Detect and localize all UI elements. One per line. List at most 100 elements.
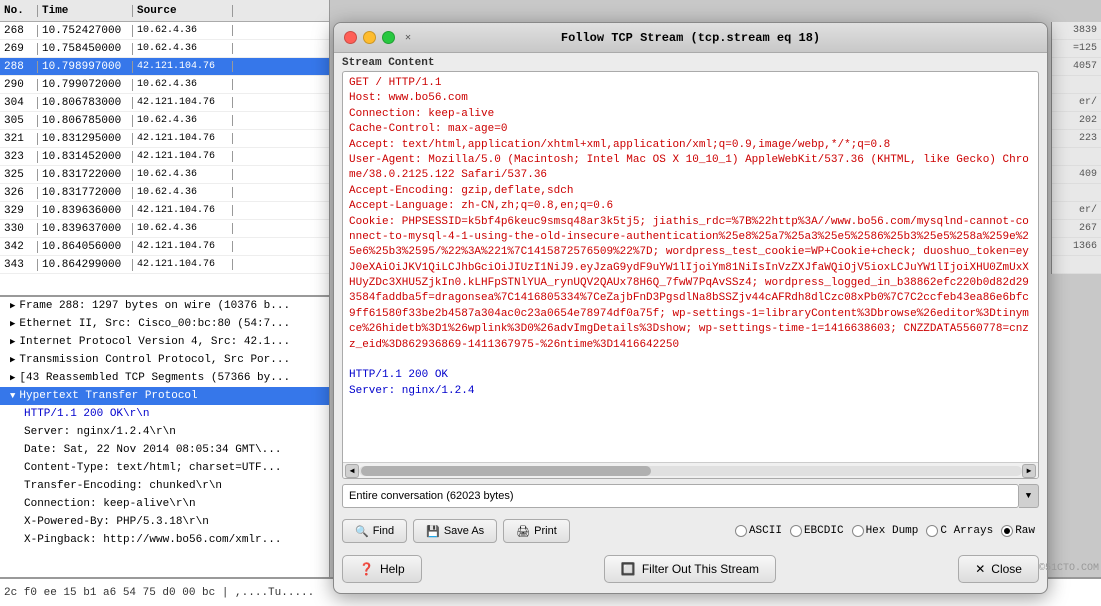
packet-src: 10.62.4.36 [133,25,233,36]
radio-circle [926,525,938,537]
packet-time: 10.806785000 [38,115,133,127]
packet-time: 10.864056000 [38,241,133,253]
radio-option-raw[interactable]: Raw [1001,525,1035,537]
scroll-thumb[interactable] [361,466,651,476]
save-icon: 💾 [426,525,440,538]
radio-circle [735,525,747,537]
radio-circle [790,525,802,537]
radio-option-hex-dump[interactable]: Hex Dump [852,525,919,537]
list-item[interactable]: Ethernet II, Src: Cisco_00:bc:80 (54:7..… [0,315,329,333]
conversation-dropdown-arrow[interactable]: ▼ [1019,484,1039,508]
packet-time: 10.831452000 [38,151,133,163]
packet-time: 10.839636000 [38,205,133,217]
tree-panel: Frame 288: 1297 bytes on wire (10376 b..… [0,295,330,606]
side-number [1052,256,1101,274]
packet-src: 42.121.104.76 [133,205,233,216]
packet-time: 10.831722000 [38,169,133,181]
packet-no: 325 [0,169,38,181]
table-row[interactable]: 326 10.831772000 10.62.4.36 [0,184,329,202]
maximize-traffic-light[interactable] [382,31,395,44]
dialog-title: Follow TCP Stream (tcp.stream eq 18) [561,31,820,45]
list-item[interactable]: Hypertext Transfer Protocol [0,387,329,405]
save-as-button[interactable]: 💾 Save As [413,519,497,543]
list-item[interactable]: Frame 288: 1297 bytes on wire (10376 b..… [0,297,329,315]
packet-no: 288 [0,61,38,73]
scroll-left-arrow[interactable]: ◀ [345,464,359,478]
horizontal-scrollbar[interactable]: ◀ ▶ [343,462,1038,478]
list-item[interactable]: Transfer-Encoding: chunked\r\n [0,477,329,495]
radio-option-ebcdic[interactable]: EBCDIC [790,525,844,537]
table-row[interactable]: 321 10.831295000 42.121.104.76 [0,130,329,148]
list-item[interactable]: Date: Sat, 22 Nov 2014 08:05:34 GMT\... [0,441,329,459]
close-button[interactable]: ✕ Close [958,555,1039,583]
minimize-traffic-light[interactable] [363,31,376,44]
packet-no: 290 [0,79,38,91]
side-number [1052,184,1101,202]
traffic-lights [344,31,395,44]
packet-src: 10.62.4.36 [133,79,233,90]
table-row[interactable]: 305 10.806785000 10.62.4.36 [0,112,329,130]
table-row[interactable]: 330 10.839637000 10.62.4.36 [0,220,329,238]
list-item[interactable]: X-Powered-By: PHP/5.3.18\r\n [0,513,329,531]
stream-blue-text: HTTP/1.1 200 OK Server: nginx/1.2.4 [349,368,1032,399]
side-number [1052,148,1101,166]
col-header-time: Time [38,5,133,17]
table-row[interactable]: 329 10.839636000 42.121.104.76 [0,202,329,220]
radio-circle [1001,525,1013,537]
packet-header: No. Time Source [0,0,329,22]
table-row[interactable]: 269 10.758450000 10.62.4.36 [0,40,329,58]
list-item[interactable]: Server: nginx/1.2.4\r\n [0,423,329,441]
close-traffic-light[interactable] [344,31,357,44]
radio-option-ascii[interactable]: ASCII [735,525,782,537]
table-row[interactable]: 343 10.864299000 42.121.104.76 [0,256,329,274]
packet-time: 10.831772000 [38,187,133,199]
table-row[interactable]: 325 10.831722000 10.62.4.36 [0,166,329,184]
table-row[interactable]: 288 10.798997000 42.121.104.76 [0,58,329,76]
radio-label: EBCDIC [804,525,844,537]
radio-option-c-arrays[interactable]: C Arrays [926,525,993,537]
side-number: er/ [1052,202,1101,220]
print-button[interactable]: 🖨 Print [503,519,570,543]
table-row[interactable]: 342 10.864056000 42.121.104.76 [0,238,329,256]
packet-no: 342 [0,241,38,253]
filter-out-button[interactable]: 🔲 Filter Out This Stream [604,555,776,583]
side-number: 3839 [1052,22,1101,40]
side-number: 202 [1052,112,1101,130]
help-button[interactable]: ❓ Help [342,555,422,583]
table-row[interactable]: 290 10.799072000 10.62.4.36 [0,76,329,94]
conversation-bar: Entire conversation (62023 bytes) ▼ [342,483,1039,509]
watermark: ©51CTO.COM [1039,563,1099,574]
find-button[interactable]: 🔍 Find [342,519,407,543]
table-row[interactable]: 323 10.831452000 42.121.104.76 [0,148,329,166]
table-row[interactable]: 304 10.806783000 42.121.104.76 [0,94,329,112]
side-number: er/ [1052,94,1101,112]
list-item[interactable]: X-Pingback: http://www.bo56.com/xmlr... [0,531,329,549]
side-number: 223 [1052,130,1101,148]
packet-time: 10.798997000 [38,61,133,73]
list-item[interactable]: Connection: keep-alive\r\n [0,495,329,513]
tcp-stream-dialog: ✕ Follow TCP Stream (tcp.stream eq 18) S… [333,22,1048,594]
packet-src: 42.121.104.76 [133,97,233,108]
scroll-right-arrow[interactable]: ▶ [1022,464,1036,478]
list-item[interactable]: Transmission Control Protocol, Src Por..… [0,351,329,369]
packet-no: 305 [0,115,38,127]
packet-no: 268 [0,25,38,37]
list-item[interactable]: Internet Protocol Version 4, Src: 42.1..… [0,333,329,351]
side-number: 1366 [1052,238,1101,256]
packet-time: 10.839637000 [38,223,133,235]
stream-text-area[interactable]: GET / HTTP/1.1 Host: www.bo56.com Connec… [343,72,1038,462]
packet-src: 10.62.4.36 [133,187,233,198]
list-item[interactable]: Content-Type: text/html; charset=UTF... [0,459,329,477]
conversation-select[interactable]: Entire conversation (62023 bytes) [342,484,1019,508]
encoding-radio-group: ASCII EBCDIC Hex Dump C Arrays Raw [735,525,1039,537]
packet-no: 343 [0,259,38,271]
radio-circle [852,525,864,537]
packet-src: 42.121.104.76 [133,151,233,162]
list-item[interactable]: HTTP/1.1 200 OK\r\n [0,405,329,423]
packet-no: 329 [0,205,38,217]
list-item[interactable]: [43 Reassembled TCP Segments (57366 by..… [0,369,329,387]
table-row[interactable]: 268 10.752427000 10.62.4.36 [0,22,329,40]
packet-no: 269 [0,43,38,55]
packet-time: 10.752427000 [38,25,133,37]
tree-items-container: Frame 288: 1297 bytes on wire (10376 b..… [0,297,329,549]
